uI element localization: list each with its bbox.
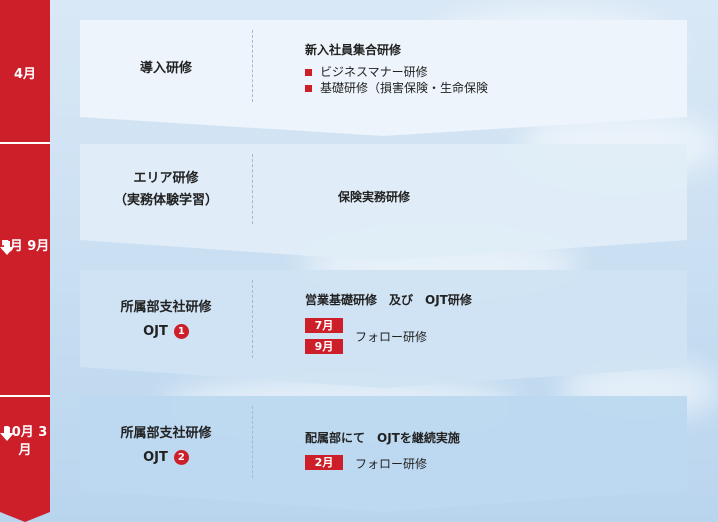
card-title-line: OJT 1 xyxy=(80,321,252,343)
card-heading: 保険実務研修 xyxy=(338,190,411,204)
card-title: 所属部支社研修 OJT 1 xyxy=(80,297,252,343)
period-may-sep: 5月 9月 xyxy=(0,238,50,256)
card-heading: 新入社員集合研修 xyxy=(305,43,402,57)
card-title-line: 導入研修 xyxy=(139,61,192,76)
month-badge: 9月 xyxy=(305,339,343,354)
month-badge: 2月 xyxy=(305,455,343,470)
timeline-rail: 4月 5月 9月 10月 3月 xyxy=(0,0,50,522)
training-card-intro: 導入研修 新入社員集合研修 ビジネスマナー研修 基礎研修（損害保険・生命保険 xyxy=(80,20,687,136)
card-title: 導入研修 xyxy=(80,58,252,80)
card-title-line: エリア研修 xyxy=(133,171,199,186)
down-arrow-icon xyxy=(0,427,14,441)
ojt-label: OJT xyxy=(143,324,168,339)
card-content: 営業基礎研修 及び OJT研修 7月 9月 フォロー研修 xyxy=(305,291,472,356)
month-badge: 7月 xyxy=(305,318,343,333)
card-title-line: （実務体験学習） xyxy=(113,193,218,208)
step-number-icon: 2 xyxy=(173,450,189,465)
card-title-line: 所属部支社研修 xyxy=(120,426,212,441)
period-april: 4月 xyxy=(0,66,50,84)
card-title-line: OJT 2 xyxy=(80,447,252,469)
list-item-text: 基礎研修（損害保険・生命保険 xyxy=(320,81,489,95)
card-title: エリア研修 （実務体験学習） xyxy=(80,168,252,212)
card-title: 所属部支社研修 OJT 2 xyxy=(80,423,252,469)
period-oct-mar: 10月 3月 xyxy=(0,424,50,460)
card-divider xyxy=(252,30,253,102)
card-content: 新入社員集合研修 ビジネスマナー研修 基礎研修（損害保険・生命保険 xyxy=(305,41,488,96)
period-april-label: 4月 xyxy=(13,67,37,82)
down-arrow-icon xyxy=(0,241,14,255)
card-heading: 配属部にて OJTを継続実施 xyxy=(305,431,460,445)
follow-up-label: フォロー研修 xyxy=(355,330,428,344)
card-divider xyxy=(252,154,253,224)
ojt-label: OJT xyxy=(143,450,168,465)
step-number-icon: 1 xyxy=(173,324,189,339)
follow-up-group: 7月 9月 フォロー研修 xyxy=(305,318,472,356)
square-bullet-icon xyxy=(305,84,312,92)
card-heading: 営業基礎研修 及び OJT研修 xyxy=(305,293,472,307)
training-card-area: エリア研修 （実務体験学習） 保険実務研修 xyxy=(80,144,687,261)
list-item-text: ビジネスマナー研修 xyxy=(320,65,428,79)
follow-up-label: フォロー研修 xyxy=(355,457,428,471)
follow-up-group: 2月 フォロー研修 xyxy=(305,455,460,471)
card-divider xyxy=(252,280,253,358)
list-item: ビジネスマナー研修 xyxy=(305,64,488,80)
training-card-ojt2: 所属部支社研修 OJT 2 配属部にて OJTを継続実施 2月 フォロー研修 xyxy=(80,396,687,512)
training-card-ojt1: 所属部支社研修 OJT 1 営業基礎研修 及び OJT研修 7月 9月 フォロー研… xyxy=(80,270,687,388)
card-content: 配属部にて OJTを継続実施 2月 フォロー研修 xyxy=(305,429,460,471)
square-bullet-icon xyxy=(305,68,312,76)
period-to-label: 9月 xyxy=(27,239,50,254)
list-item: 基礎研修（損害保険・生命保険 xyxy=(305,80,488,96)
card-divider xyxy=(252,406,253,478)
card-content: 保険実務研修 xyxy=(338,188,410,211)
card-title-line: 所属部支社研修 xyxy=(120,300,212,315)
